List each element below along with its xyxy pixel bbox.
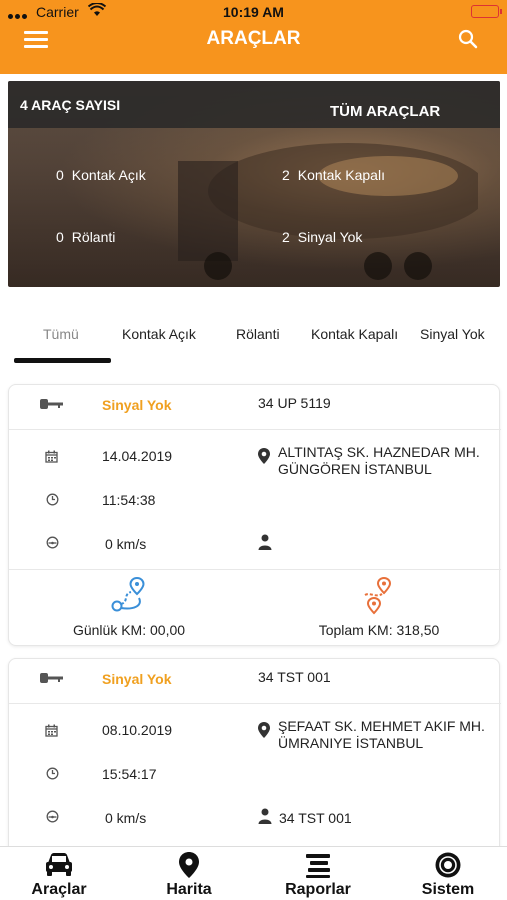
time-label: 15:54:17 — [102, 766, 157, 782]
stat-ignition-on[interactable]: 0 Kontak Açık — [56, 167, 146, 183]
stat-value: 0 — [56, 167, 64, 183]
nav-map[interactable]: Harita — [144, 851, 234, 899]
car-icon — [46, 853, 72, 876]
nav-bar: ARAÇLAR — [0, 24, 507, 74]
calendar-icon — [45, 450, 58, 463]
daily-route-icon — [111, 576, 145, 612]
map-pin-icon — [179, 852, 199, 878]
stat-label: Kontak Kapalı — [297, 167, 385, 183]
stat-idle[interactable]: 0 Rölanti — [56, 229, 115, 245]
speed-label: 0 km/s — [105, 810, 147, 826]
stat-value: 2 — [282, 167, 290, 183]
driver-icon — [258, 534, 272, 550]
summary-banner: 4 ARAÇ SAYISI TÜM ARAÇLAR 0 Kontak Açık 2… — [8, 81, 500, 287]
tab-ignition-on[interactable]: Kontak Açık — [122, 326, 196, 342]
stat-label: Rölanti — [71, 229, 116, 245]
battery-icon — [471, 5, 502, 18]
speedometer-icon — [46, 536, 59, 549]
card-km-row: Günlük KM: 00,00 Toplam KM: 318,50 — [9, 570, 501, 646]
driver-label: 34 TST 001 — [279, 810, 352, 826]
key-icon — [40, 673, 63, 683]
stat-value: 0 — [56, 229, 64, 245]
time-label: 11:54:38 — [102, 492, 156, 508]
vehicle-card[interactable]: Sinyal Yok 34 UP 5119 14.04.2019 ALTINTA… — [8, 384, 501, 646]
date-label: 08.10.2019 — [102, 722, 173, 738]
stat-ignition-off[interactable]: 2 Kontak Kapalı — [282, 167, 385, 183]
all-vehicles-button[interactable]: TÜM ARAÇLAR — [330, 103, 440, 120]
tanker-truck-image — [178, 143, 478, 280]
card-details-row: 08.10.2019 ŞEFAAT SK. MEHMET AKIF MH. ÜM… — [9, 704, 501, 854]
tab-all[interactable]: Tümü — [43, 326, 79, 342]
active-tab-indicator — [14, 358, 111, 363]
status-label: Sinyal Yok — [102, 397, 172, 413]
search-icon[interactable] — [457, 28, 479, 50]
nav-reports-label: Raporlar — [285, 881, 351, 898]
tab-idle[interactable]: Rölanti — [236, 326, 280, 342]
status-label: Sinyal Yok — [102, 671, 172, 687]
nav-map-label: Harita — [166, 881, 212, 898]
key-icon — [40, 399, 63, 409]
speed-label: 0 km/s — [105, 536, 147, 552]
address-line1: ALTINTAŞ SK. HAZNEDAR MH. — [278, 444, 480, 460]
filter-tabs: Tümü Kontak Açık Rölanti Kontak Kapalı S… — [0, 318, 507, 368]
status-bar: Carrier 10:19 AM — [0, 0, 507, 24]
nav-system[interactable]: Sistem — [403, 851, 493, 899]
total-km-label: Toplam KM: 318,50 — [318, 622, 440, 638]
address-line2: GÜNGÖREN İSTANBUL — [278, 461, 432, 477]
card-header-row: Sinyal Yok 34 UP 5119 — [9, 385, 501, 430]
tab-no-signal[interactable]: Sinyal Yok — [420, 326, 485, 342]
total-route-icon — [364, 576, 392, 615]
clock-label: 10:19 AM — [223, 4, 284, 20]
plate-label: 34 UP 5119 — [258, 395, 331, 411]
stat-label: Sinyal Yok — [297, 229, 363, 245]
tab-ignition-off[interactable]: Kontak Kapalı — [311, 326, 398, 342]
system-gear-icon — [435, 852, 461, 878]
stat-label: Kontak Açık — [71, 167, 146, 183]
reports-icon — [306, 854, 330, 878]
card-details-row: 14.04.2019 ALTINTAŞ SK. HAZNEDAR MH. GÜN… — [9, 430, 501, 570]
card-header-row: Sinyal Yok 34 TST 001 — [9, 659, 501, 704]
bottom-tab-bar: Araçlar Harita Raporlar Sistem — [0, 846, 507, 900]
driver-icon — [258, 808, 272, 824]
address-line2: ÜMRANIYE İSTANBUL — [278, 735, 424, 751]
speedometer-icon — [46, 810, 59, 823]
date-label: 14.04.2019 — [102, 448, 173, 464]
page-title: ARAÇLAR — [206, 28, 301, 49]
nav-system-label: Sistem — [421, 881, 475, 898]
app-header: Carrier 10:19 AM ARAÇLAR — [0, 0, 507, 74]
clock-icon — [46, 493, 59, 506]
stat-value: 2 — [282, 229, 290, 245]
address-line1: ŞEFAAT SK. MEHMET AKIF MH. — [278, 718, 485, 734]
plate-label: 34 TST 001 — [258, 669, 331, 685]
stat-no-signal[interactable]: 2 Sinyal Yok — [282, 229, 362, 245]
vehicle-count-label: 4 ARAÇ SAYISI — [20, 97, 121, 113]
clock-icon — [46, 767, 59, 780]
nav-vehicles-label: Araçlar — [31, 881, 87, 898]
nav-reports[interactable]: Raporlar — [273, 851, 363, 899]
location-pin-icon — [258, 722, 270, 738]
vehicle-card[interactable]: Sinyal Yok 34 TST 001 08.10.2019 ŞEFAAT … — [8, 658, 501, 858]
location-pin-icon — [258, 448, 270, 464]
calendar-icon — [45, 724, 58, 737]
daily-km-label: Günlük KM: 00,00 — [72, 622, 186, 638]
nav-vehicles[interactable]: Araçlar — [14, 851, 104, 899]
